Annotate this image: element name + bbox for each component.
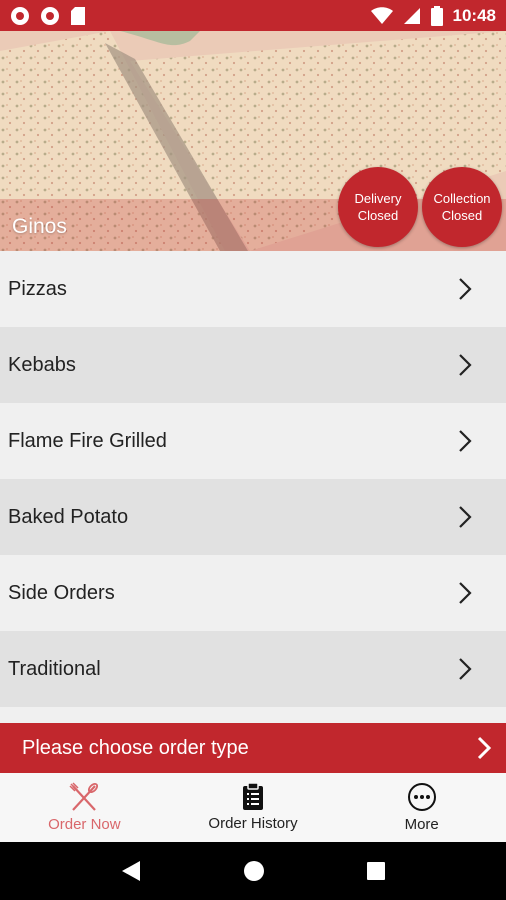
home-icon[interactable] xyxy=(243,860,265,882)
delivery-status-badge: Delivery Closed xyxy=(338,167,418,247)
collection-status-badge: Collection Closed xyxy=(422,167,502,247)
nav-order-history[interactable]: Order History xyxy=(169,773,338,842)
cutlery-icon xyxy=(69,782,99,811)
chevron-right-icon xyxy=(459,430,472,452)
menu-item-side-orders[interactable]: Side Orders xyxy=(0,555,506,631)
menu-item-baked-potato[interactable]: Baked Potato xyxy=(0,479,506,555)
choose-order-type-button[interactable]: Please choose order type xyxy=(0,723,506,773)
chevron-right-icon xyxy=(477,736,492,760)
menu-item-pizzas[interactable]: Pizzas xyxy=(0,251,506,327)
menu-category-list: Pizzas Kebabs Flame Fire Grilled Baked P… xyxy=(0,251,506,707)
bottom-navigation: Order Now Order History More xyxy=(0,773,506,842)
delivery-badge-status: Closed xyxy=(357,208,399,223)
menu-item-kebabs[interactable]: Kebabs xyxy=(0,327,506,403)
chevron-right-icon xyxy=(459,658,472,680)
restaurant-hero: Ginos Delivery Closed Collection Closed xyxy=(0,31,506,251)
signal-icon xyxy=(403,7,420,24)
notification-icon xyxy=(11,6,29,25)
clipboard-icon xyxy=(243,783,263,810)
sd-card-icon xyxy=(71,6,85,25)
order-type-label: Please choose order type xyxy=(22,736,249,759)
more-icon xyxy=(407,783,436,811)
nav-order-history-label: Order History xyxy=(208,815,298,832)
wifi-icon xyxy=(370,6,393,24)
chevron-right-icon xyxy=(459,506,472,528)
menu-item-label: Kebabs xyxy=(8,353,76,376)
back-icon[interactable] xyxy=(120,860,142,882)
collection-badge-label: Collection xyxy=(433,191,491,206)
menu-item-traditional[interactable]: Traditional xyxy=(0,631,506,707)
menu-item-label: Baked Potato xyxy=(8,505,129,528)
menu-item-flame-fire-grilled[interactable]: Flame Fire Grilled xyxy=(0,403,506,479)
menu-item-label: Pizzas xyxy=(8,277,67,300)
status-bar: 10:48 xyxy=(0,0,506,31)
menu-item-label: Side Orders xyxy=(8,581,115,604)
chevron-right-icon xyxy=(459,278,472,300)
nav-order-now-label: Order Now xyxy=(48,816,121,833)
battery-icon xyxy=(430,5,443,26)
chevron-right-icon xyxy=(459,354,472,376)
chevron-right-icon xyxy=(459,582,472,604)
nav-order-now[interactable]: Order Now xyxy=(0,773,169,842)
menu-item-label: Traditional xyxy=(8,657,101,680)
delivery-badge-label: Delivery xyxy=(354,191,402,206)
notification-icon xyxy=(41,6,59,25)
recents-icon[interactable] xyxy=(366,861,386,881)
menu-item-label: Flame Fire Grilled xyxy=(8,429,167,452)
status-time: 10:48 xyxy=(452,5,496,25)
restaurant-name: Ginos xyxy=(12,215,67,238)
nav-more[interactable]: More xyxy=(337,773,506,842)
system-navigation-bar xyxy=(0,842,506,900)
collection-badge-status: Closed xyxy=(441,208,483,223)
nav-more-label: More xyxy=(404,816,439,833)
